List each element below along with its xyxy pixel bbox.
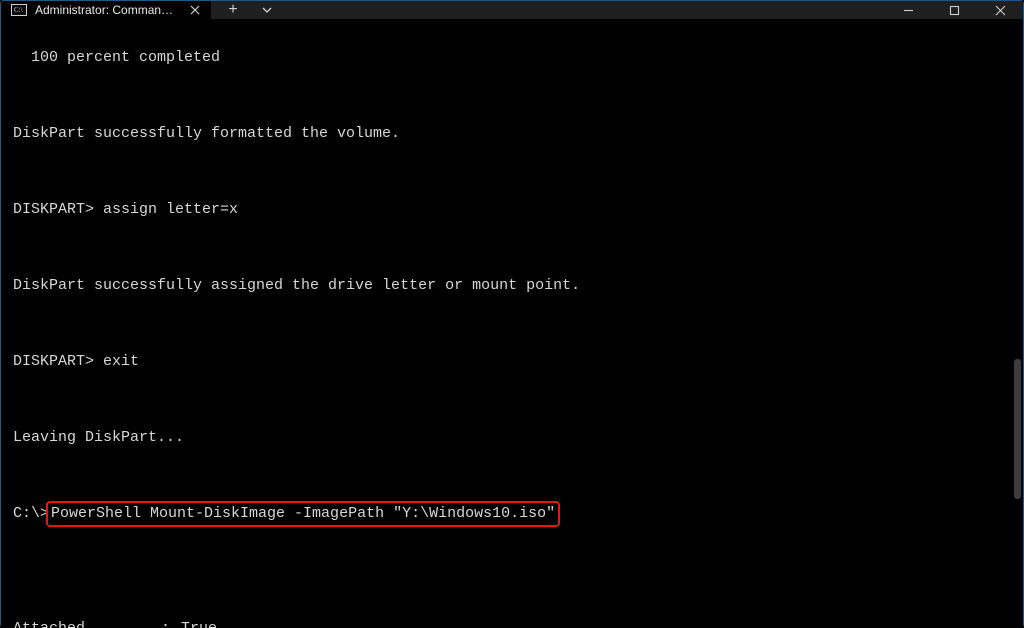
output-line: DISKPART> assign letter=x (13, 200, 1019, 219)
output-line (13, 162, 1019, 181)
new-tab-button[interactable]: + (219, 1, 247, 19)
output-line: C:\>PowerShell Mount-DiskImage -ImagePat… (13, 504, 1019, 524)
tab-actions: + (211, 1, 281, 19)
output-line (13, 543, 1019, 562)
prompt: DISKPART> (13, 353, 103, 370)
kv-block: Attached: TrueBlockSize: 0DevicePath: \\… (13, 619, 1019, 628)
kv-sep: : (161, 619, 181, 628)
terminal-window: C:\ Administrator: Command Promp + (0, 0, 1024, 628)
output-line (13, 390, 1019, 409)
close-window-button[interactable] (977, 1, 1023, 19)
minimize-button[interactable] (885, 1, 931, 19)
titlebar: C:\ Administrator: Command Promp + (1, 1, 1023, 19)
output-line (13, 86, 1019, 105)
output-line (13, 314, 1019, 333)
output-line: 100 percent completed (13, 48, 1019, 67)
output-line: Leaving DiskPart... (13, 428, 1019, 447)
prompt: C:\> (13, 505, 49, 522)
tab-dropdown-button[interactable] (253, 1, 281, 19)
kv-row: Attached: True (13, 619, 1019, 628)
command-text: exit (103, 353, 139, 370)
output-line (13, 466, 1019, 485)
kv-value: True (181, 619, 217, 628)
output-line: DiskPart successfully assigned the drive… (13, 276, 1019, 295)
tab-cmd[interactable]: C:\ Administrator: Command Promp (1, 1, 211, 19)
output-line (13, 581, 1019, 600)
svg-text:C:\: C:\ (14, 6, 23, 14)
tab-title: Administrator: Command Promp (35, 3, 179, 17)
highlighted-command: PowerShell Mount-DiskImage -ImagePath "Y… (46, 501, 560, 527)
output-line: DiskPart successfully formatted the volu… (13, 124, 1019, 143)
close-tab-button[interactable] (187, 2, 203, 18)
terminal-body[interactable]: 100 percent completed DiskPart successfu… (1, 19, 1023, 628)
kv-key: Attached (13, 619, 161, 628)
output-line (13, 238, 1019, 257)
cmd-icon: C:\ (11, 4, 27, 16)
maximize-button[interactable] (931, 1, 977, 19)
command-text: assign letter=x (103, 201, 238, 218)
scrollbar-thumb[interactable] (1014, 359, 1021, 499)
prompt: DISKPART> (13, 201, 103, 218)
window-controls (885, 1, 1023, 19)
output-line: DISKPART> exit (13, 352, 1019, 371)
